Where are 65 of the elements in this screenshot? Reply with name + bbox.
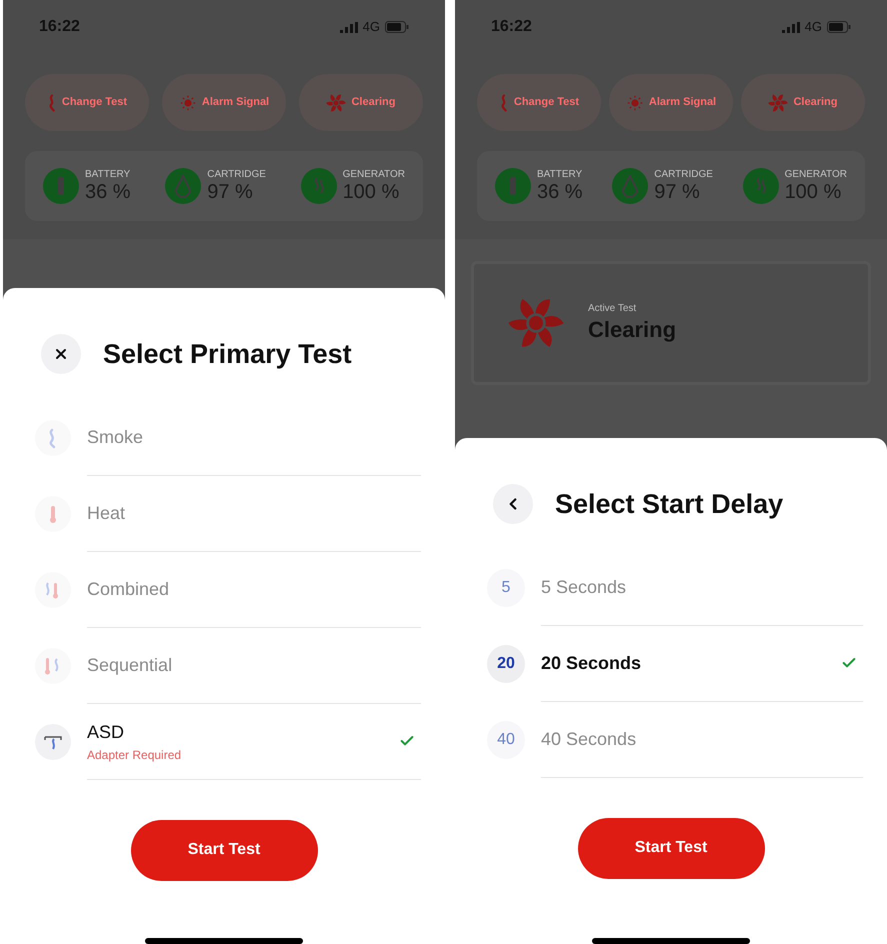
close-button[interactable] xyxy=(41,334,81,374)
option-row[interactable]: Sequential xyxy=(3,628,445,704)
stat-label: BATTERY xyxy=(537,170,583,180)
status-time: 16:22 xyxy=(39,17,80,37)
option-row[interactable]: ASD Adapter Required xyxy=(3,704,445,780)
network-label: 4G xyxy=(362,18,380,36)
option-label: Smoke xyxy=(87,426,144,448)
option-note: Adapter Required xyxy=(87,746,182,764)
stat-value: 36 % xyxy=(537,182,583,202)
start-test-button[interactable]: Start Test xyxy=(130,820,318,880)
sun-icon xyxy=(626,94,644,112)
smoke-status-icon xyxy=(742,168,779,204)
stat-label: CARTRIDGE xyxy=(654,170,713,180)
action-button[interactable]: Change Test xyxy=(25,74,149,131)
stat-label: GENERATOR xyxy=(342,170,405,180)
battery-status-icon xyxy=(495,168,531,204)
option-row[interactable]: 20 20 Seconds xyxy=(455,626,887,702)
battery-status-icon xyxy=(43,168,79,204)
battery-icon xyxy=(827,21,851,33)
battery-icon xyxy=(385,21,409,33)
sun-icon xyxy=(178,94,197,112)
option-label: 20 Seconds xyxy=(541,652,642,674)
option-label: 5 Seconds xyxy=(541,576,626,598)
active-test-caption: Active Test xyxy=(588,303,638,316)
status-time: 16:22 xyxy=(491,17,532,37)
option-row[interactable]: Combined xyxy=(3,552,445,628)
heat-icon xyxy=(35,496,71,532)
action-button[interactable]: Alarm Signal xyxy=(609,74,733,131)
option-row[interactable]: Heat xyxy=(3,476,445,552)
stat-value: 97 % xyxy=(207,182,254,202)
stat-value: 97 % xyxy=(654,182,701,202)
delay-badge: 20 xyxy=(487,644,525,682)
fan-icon xyxy=(768,92,788,112)
signal-icon xyxy=(782,22,800,32)
option-label: Heat xyxy=(87,502,126,524)
option-label: ASD xyxy=(87,720,126,744)
smoke-icon xyxy=(35,420,71,456)
action-button[interactable]: Clearing xyxy=(741,74,865,131)
stat-value: 36 % xyxy=(85,182,131,202)
option-row[interactable]: 40 40 Seconds xyxy=(455,702,887,778)
stat-label: CARTRIDGE xyxy=(207,170,266,180)
option-label: Sequential xyxy=(87,654,172,677)
action-button[interactable]: Clearing xyxy=(299,74,423,131)
smoke-status-icon xyxy=(300,168,337,204)
option-row[interactable]: 5 5 Seconds xyxy=(455,550,887,626)
action-button[interactable]: Alarm Signal xyxy=(162,74,286,131)
network-label: 4G xyxy=(804,18,822,36)
signal-icon xyxy=(340,22,358,32)
delay-badge: 5 xyxy=(487,568,525,606)
delay-badge: 40 xyxy=(487,720,525,758)
drop-status-icon xyxy=(165,168,202,204)
smoke-icon xyxy=(46,94,57,112)
option-row[interactable]: Smoke xyxy=(3,400,445,476)
fan-icon xyxy=(326,92,346,112)
smoke-icon xyxy=(498,94,509,112)
option-label: 40 Seconds xyxy=(541,728,636,750)
sheet-title: Select Start Delay xyxy=(555,488,784,521)
sheet-title: Select Primary Test xyxy=(103,338,352,371)
stat-label: GENERATOR xyxy=(784,170,847,180)
stat-label: BATTERY xyxy=(85,170,131,180)
option-label: Combined xyxy=(87,578,170,600)
drop-status-icon xyxy=(612,168,648,204)
active-test-name: Clearing xyxy=(588,316,676,343)
action-button[interactable]: Change Test xyxy=(477,74,601,131)
start-test-button[interactable]: Start Test xyxy=(578,818,764,878)
